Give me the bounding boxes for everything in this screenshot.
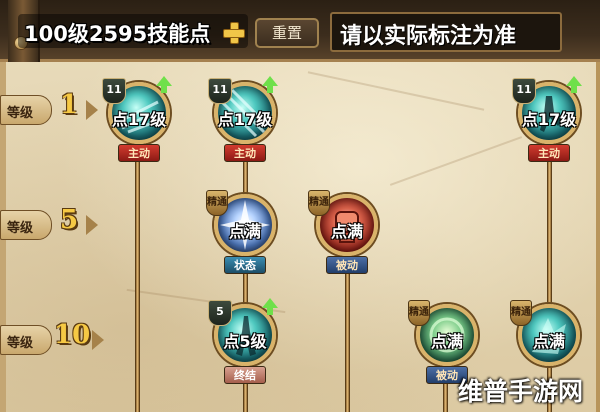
arrow-right-icon [86,100,98,120]
upgrade-arrow-stem [161,86,167,93]
level-plaque: 等级 [0,95,52,125]
watermark: 维普手游网 [458,377,584,406]
level-label: 等级 [7,106,34,121]
skill-node[interactable]: 精通 点满 状态 [206,190,284,282]
skill-type-tag: 状态 [224,256,266,274]
level-label: 等级 [7,336,34,351]
skill-point-text: 点满 [228,222,261,241]
skill-point-text: 点5级 [223,332,267,351]
arrow-right-icon [86,215,98,235]
level-label: 等级 [7,221,34,236]
skill-type-tag: 主动 [224,144,266,162]
skill-point-text: 点17级 [521,110,577,129]
skill-type-tag: 主动 [528,144,570,162]
map-decoration [307,71,485,111]
skill-branch-pole [135,150,140,412]
skill-point-text: 点满 [430,332,463,351]
mastery-badge: 精通 [408,300,430,326]
upgrade-arrow-icon [262,76,278,86]
level-number: 10 [54,320,91,350]
skill-node[interactable]: 11 点17级 主动 [100,76,178,170]
skill-type-tag: 终结 [224,366,266,384]
plus-icon[interactable] [222,21,245,44]
skill-point-text: 点满 [532,332,565,351]
skill-node[interactable]: 11 点17级 主动 [206,76,284,170]
level-plaque: 等级 [0,325,52,355]
mastery-badge: 精通 [206,190,228,216]
upgrade-arrow-stem [571,86,577,93]
arrow-right-icon [92,330,104,350]
skill-point-text: 点17级 [111,110,167,129]
skill-node[interactable]: 精通 点满 被动 [308,190,386,282]
skill-level-badge: 5 [208,300,232,326]
upgrade-arrow-icon [262,298,278,308]
upgrade-arrow-icon [566,76,582,86]
skill-level-badge: 11 [102,78,126,104]
upgrade-arrow-icon [156,76,172,86]
skill-point-text: 点满 [330,222,363,241]
level-plaque: 等级 [0,210,52,240]
notice-text: 请以实际标注为准 [340,24,517,49]
mastery-badge: 精通 [510,300,532,326]
skill-point-text: 点17级 [217,110,273,129]
upgrade-arrow-stem [267,308,273,315]
skill-type-tag: 主动 [118,144,160,162]
level-number: 5 [60,205,79,235]
mastery-badge: 精通 [308,190,330,216]
skill-type-tag: 被动 [326,256,368,274]
map-decoration [389,136,523,186]
skill-node[interactable]: 11 点17级 主动 [510,76,588,170]
upgrade-arrow-stem [267,86,273,93]
reset-button[interactable]: 重置 [255,18,319,48]
skill-node[interactable]: 5 点5级 终结 [206,298,284,392]
level-number: 1 [60,90,79,120]
skill-level-badge: 11 [512,78,536,104]
skill-level-badge: 11 [208,78,232,104]
skill-points-text: 100级2595技能点 [24,22,211,46]
